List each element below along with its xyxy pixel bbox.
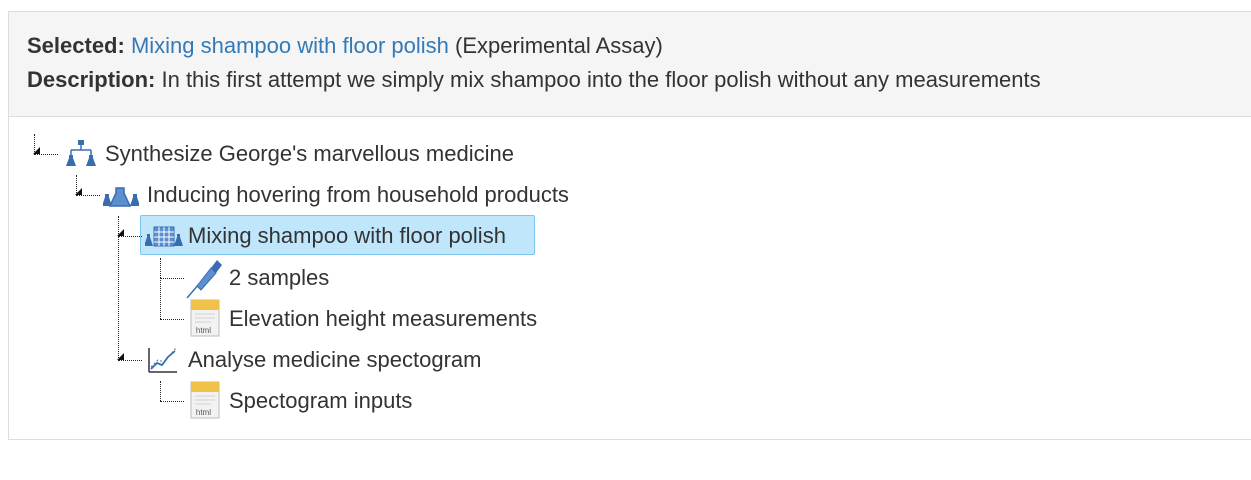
expand-toggle-analysis[interactable] <box>117 353 124 360</box>
expand-toggle-study[interactable] <box>75 188 82 195</box>
file-badge: html <box>196 326 211 335</box>
tree-connector <box>76 195 100 196</box>
expand-toggle-investigation[interactable] <box>33 147 40 154</box>
tree-connector <box>118 236 142 237</box>
analysis-chart-icon <box>147 344 177 374</box>
tree-node-study[interactable]: Inducing hovering from household product… <box>147 181 569 209</box>
assay-icon <box>145 220 183 250</box>
html-file-icon: html <box>189 298 221 338</box>
tree-node-assay[interactable]: Mixing shampoo with floor polish <box>188 222 506 250</box>
tree-node-elevation-file[interactable]: Elevation height measurements <box>229 305 537 333</box>
tree-node-samples[interactable]: 2 samples <box>229 264 329 292</box>
tree-connector <box>160 319 184 320</box>
tree-connector <box>160 278 161 319</box>
expand-toggle-assay[interactable] <box>117 229 124 236</box>
study-icon <box>103 180 139 210</box>
file-badge: html <box>196 408 211 417</box>
tree-connector <box>160 401 184 402</box>
tree-node-investigation[interactable]: Synthesize George's marvellous medicine <box>105 140 514 168</box>
tree-node-analysis[interactable]: Analyse medicine spectogram <box>188 346 481 374</box>
tree-node-spectogram-file[interactable]: Spectogram inputs <box>229 387 412 415</box>
tree-connector <box>118 360 142 361</box>
investigation-icon <box>65 138 96 168</box>
pipette-icon <box>185 256 222 300</box>
tree-connector <box>34 154 58 155</box>
tree-connector <box>160 258 161 278</box>
assay-tree-panel: Selected: Mixing shampoo with floor poli… <box>8 11 1251 440</box>
tree-connector <box>118 236 119 360</box>
html-file-icon: html <box>189 380 221 420</box>
isa-tree: Synthesize George's marvellous medicine … <box>9 12 1251 439</box>
tree-connector <box>160 278 184 279</box>
tree-connector <box>160 381 161 401</box>
